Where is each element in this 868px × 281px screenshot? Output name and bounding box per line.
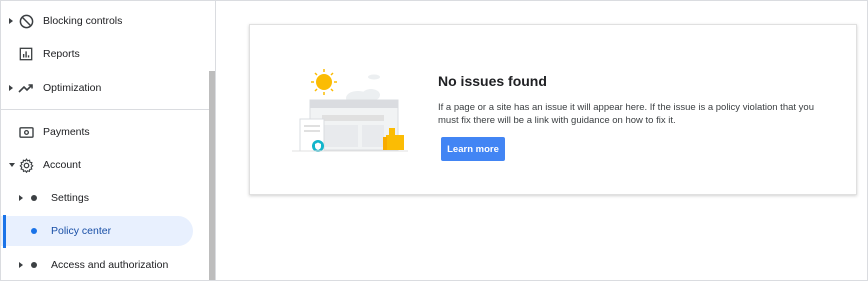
sidebar-item-label: Optimization: [43, 82, 102, 94]
sidebar-item-payments[interactable]: Payments: [1, 117, 209, 147]
app-frame: Blocking controls Reports Optimization P…: [0, 0, 868, 281]
block-icon: [18, 13, 34, 29]
sidebar-item-label: Blocking controls: [43, 15, 123, 27]
learn-more-button[interactable]: Learn more: [441, 137, 505, 161]
sidebar-divider: [1, 109, 209, 110]
expand-caret-icon[interactable]: [19, 195, 23, 201]
no-issues-card: No issues found If a page or a site has …: [249, 24, 857, 195]
shield-badge-icon: [312, 140, 324, 152]
bullet-icon: [31, 228, 37, 234]
payments-icon: [18, 124, 34, 140]
expand-caret-icon[interactable]: [9, 18, 13, 24]
collapse-caret-icon[interactable]: [9, 163, 15, 167]
sidebar-item-account[interactable]: Account: [1, 150, 209, 180]
expand-caret-icon[interactable]: [9, 85, 13, 91]
sidebar-subitem-label: Access and authorization: [51, 259, 169, 271]
trending-up-icon: [18, 80, 34, 96]
expand-caret-icon[interactable]: [19, 262, 23, 268]
card-description: If a page or a site has an issue it will…: [438, 102, 814, 126]
sun-icon: [311, 69, 337, 95]
active-indicator: [3, 215, 6, 248]
reports-icon: [18, 46, 34, 62]
sidebar-item-reports[interactable]: Reports: [1, 39, 209, 69]
bullet-icon: [31, 262, 37, 268]
sidebar-item-label: Reports: [43, 48, 80, 60]
sidebar-subitem-access-and-authorization[interactable]: Access and authorization: [1, 250, 209, 280]
sidebar-item-label: Payments: [43, 126, 90, 138]
bullet-icon: [31, 195, 37, 201]
sidebar-subitem-label: Settings: [51, 192, 89, 204]
sidebar-subitem-label: Policy center: [51, 225, 112, 237]
sidebar-scrollbar[interactable]: [209, 71, 215, 280]
sidebar-item-blocking-controls[interactable]: Blocking controls: [1, 6, 209, 36]
sidebar-item-label: Account: [43, 159, 81, 171]
sidebar-item-optimization[interactable]: Optimization: [1, 73, 209, 103]
main-content: No issues found If a page or a site has …: [217, 1, 867, 280]
card-title: No issues found: [438, 73, 547, 89]
sidebar: Blocking controls Reports Optimization P…: [1, 1, 216, 280]
sidebar-subitem-policy-center[interactable]: Policy center: [1, 216, 193, 246]
sidebar-subitem-settings[interactable]: Settings: [1, 183, 209, 213]
gear-icon: [18, 157, 34, 173]
no-issues-illustration: [292, 69, 408, 152]
